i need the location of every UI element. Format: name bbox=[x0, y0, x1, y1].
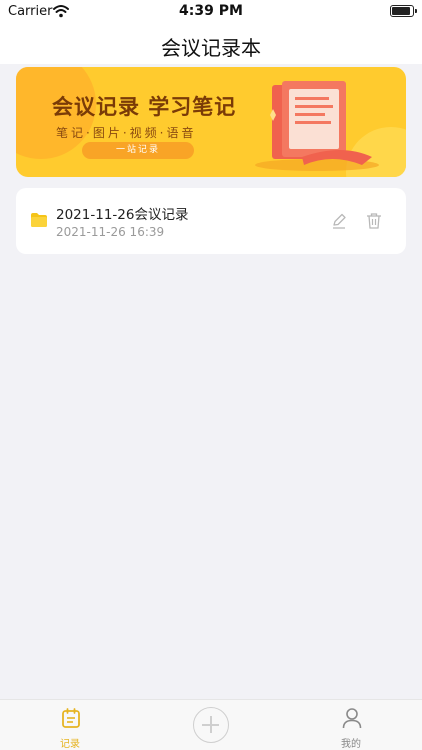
promo-banner[interactable]: 会议记录 学习笔记 笔记·图片·视频·语音 一站记录 bbox=[16, 67, 406, 177]
record-title: 2021-11-26会议记录 bbox=[56, 207, 189, 223]
record-item[interactable]: 2021-11-26会议记录 2021-11-26 16:39 bbox=[16, 188, 406, 254]
tab-bar: 记录 我的 bbox=[0, 699, 422, 750]
page-title: 会议记录本 bbox=[161, 36, 261, 60]
folder-icon bbox=[31, 213, 47, 227]
navigation-bar: 会议记录本 bbox=[0, 24, 422, 64]
tab-mine[interactable]: 我的 bbox=[311, 700, 391, 750]
add-record-button[interactable] bbox=[193, 707, 229, 743]
battery-icon bbox=[390, 5, 417, 17]
edit-icon[interactable] bbox=[330, 212, 348, 230]
banner-pill: 一站记录 bbox=[82, 142, 194, 159]
tab-records[interactable]: 记录 bbox=[30, 700, 110, 750]
status-bar: Carrier 4:39 PM bbox=[0, 0, 422, 24]
records-tab-icon bbox=[62, 708, 80, 728]
document-illustration-icon bbox=[255, 81, 379, 171]
clock: 4:39 PM bbox=[179, 3, 243, 19]
profile-icon bbox=[342, 708, 362, 729]
delete-icon[interactable] bbox=[365, 212, 383, 230]
banner-headline: 会议记录 学习笔记 bbox=[52, 95, 237, 119]
tab-mine-label: 我的 bbox=[341, 739, 361, 750]
record-time: 2021-11-26 16:39 bbox=[56, 225, 165, 239]
tab-records-label: 记录 bbox=[60, 739, 80, 750]
banner-subtitle: 笔记·图片·视频·语音 bbox=[56, 126, 197, 140]
